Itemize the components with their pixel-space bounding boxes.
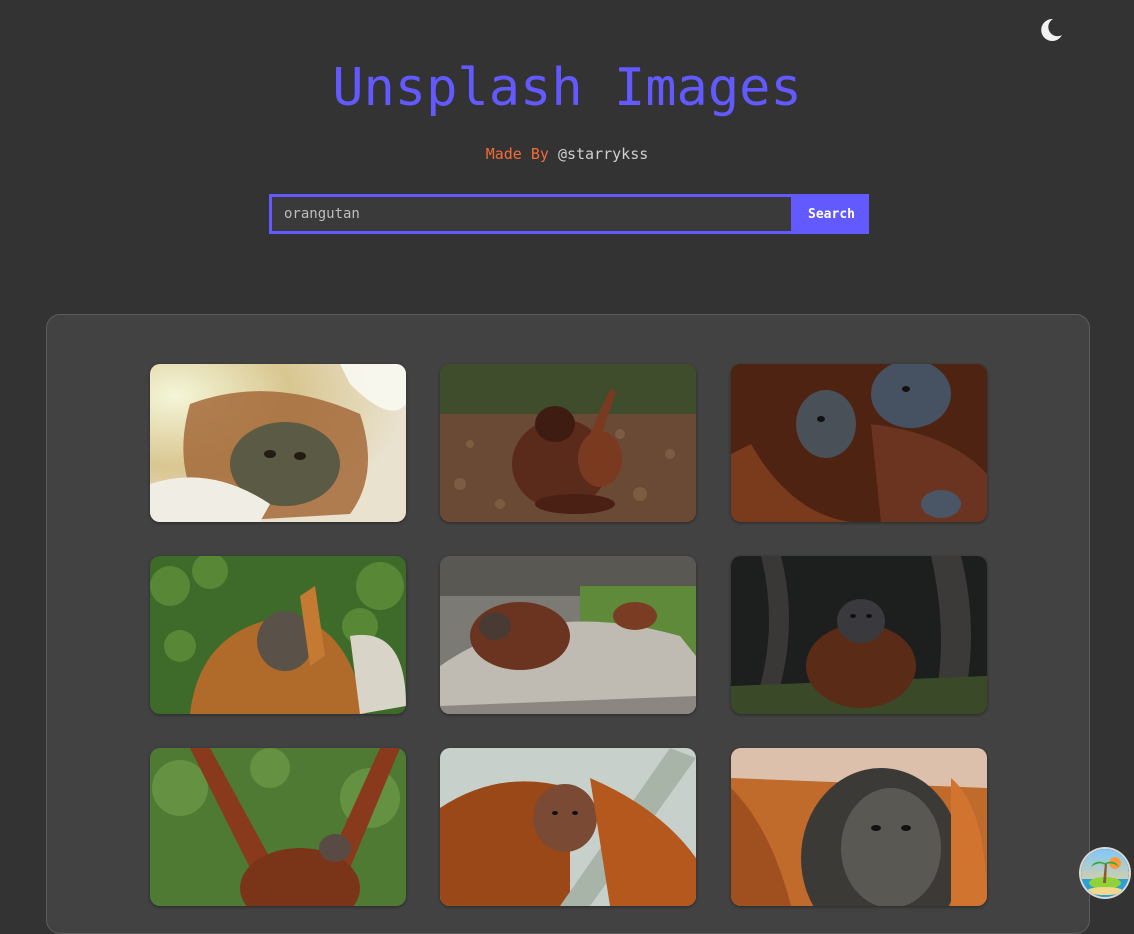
credit-line: Made By @starrykss [0,145,1134,163]
credit-prefix: Made By [485,145,549,163]
photo-orangutan-closeup [150,364,406,522]
image-card[interactable] [440,748,696,906]
image-card[interactable] [731,748,987,906]
search-button[interactable]: Search [794,194,869,234]
search-input[interactable] [269,194,794,234]
photo-orangutan-mother-baby [440,364,696,522]
photo-orangutan-hanging [150,748,406,906]
photo-adult-male-orangutan [731,748,987,906]
image-card[interactable] [731,364,987,522]
beach-island-icon [1081,849,1129,897]
credit-handle[interactable]: @starrykss [558,145,648,163]
image-card[interactable] [731,556,987,714]
image-card[interactable] [150,748,406,906]
image-card[interactable] [440,364,696,522]
search-bar: Search [269,194,869,234]
page-title: Unsplash Images [332,58,802,118]
image-card[interactable] [150,556,406,714]
photo-orangutans-face-to-face [731,364,987,522]
image-card[interactable] [440,556,696,714]
moon-icon [1041,18,1062,41]
image-gallery [46,314,1090,934]
photo-young-orangutan-rope [440,748,696,906]
photo-orangutan-eating [150,556,406,714]
photo-orangutan-by-roots [731,556,987,714]
floating-action-button[interactable] [1081,849,1129,897]
theme-toggle-button[interactable] [1036,16,1064,44]
image-card[interactable] [150,364,406,522]
photo-orangutans-on-rock [440,556,696,714]
